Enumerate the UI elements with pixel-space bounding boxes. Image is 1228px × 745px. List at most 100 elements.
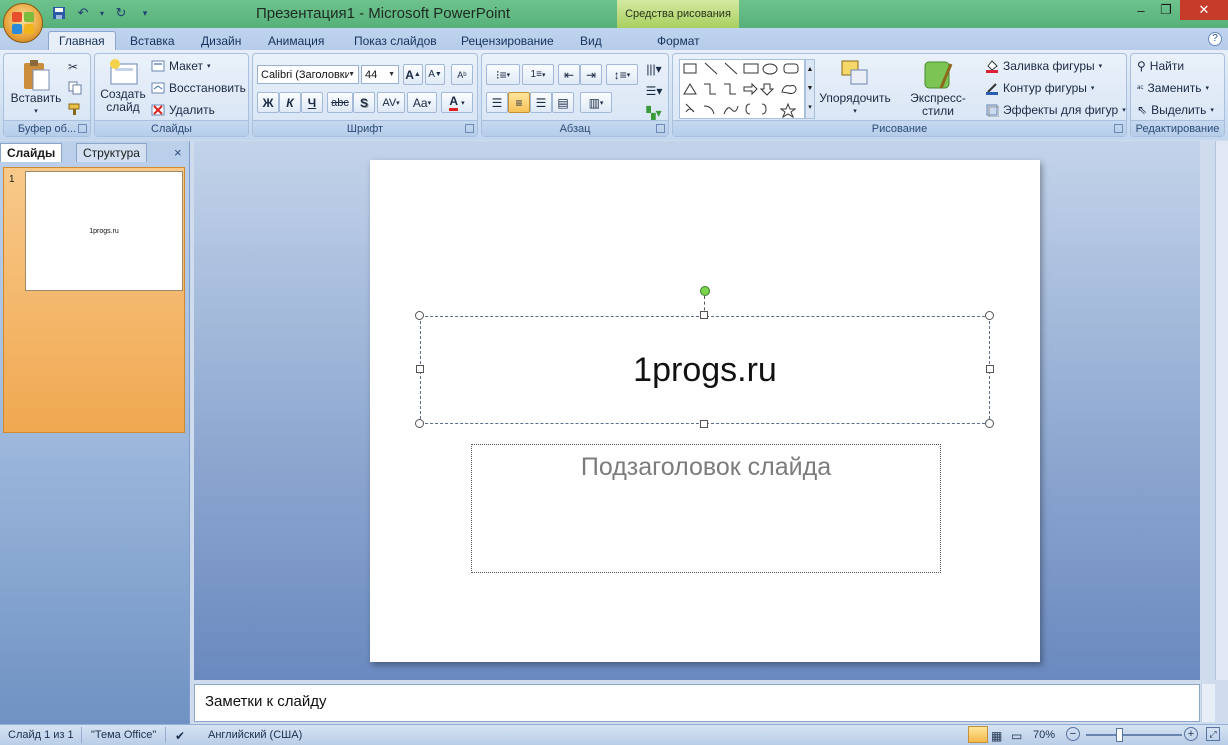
notes-pane[interactable]: Заметки к слайду [194,684,1200,722]
clipboard-launcher-icon[interactable] [78,124,87,133]
shadow-button[interactable]: S [353,92,375,113]
zoom-slider-thumb[interactable] [1116,728,1124,742]
paragraph-launcher-icon[interactable] [656,124,665,133]
align-right-button[interactable]: ☰ [530,92,552,113]
shrink-font-button[interactable]: A ▼ [425,64,445,85]
resize-handle-b[interactable] [700,420,708,428]
spellcheck-icon[interactable]: ✔ [175,729,185,743]
char-spacing-label: AV [382,96,397,109]
slide-thumbnail-row[interactable]: 1 1progs.ru [3,167,185,433]
maximize-button[interactable]: ❐ [1154,0,1178,20]
notes-scrollbar[interactable] [1201,684,1215,722]
slide-thumbnail[interactable]: 1progs.ru [25,171,183,291]
italic-button[interactable]: К [279,92,301,113]
grow-font-button[interactable]: A ▲ [403,64,423,85]
replace-button[interactable]: ᵃᶜ Заменить ▾ [1137,81,1209,95]
reset-label: Восстановить [169,81,246,95]
resize-handle-br[interactable] [985,419,994,428]
zoom-out-icon[interactable]: − [1066,727,1080,741]
subtitle-placeholder[interactable]: Подзаголовок слайда [471,444,941,573]
tab-slideshow[interactable]: Показ слайдов [354,31,437,50]
tab-insert[interactable]: Вставка [130,31,175,50]
save-icon[interactable] [50,4,68,22]
tab-slides[interactable]: Слайды [0,143,63,162]
numbering-icon: 1≡ [530,69,542,80]
tab-format[interactable]: Формат [657,31,700,50]
zoom-in-icon[interactable]: + [1184,727,1198,741]
shape-outline-button[interactable]: Контур фигуры ▾ [985,81,1094,95]
close-button[interactable]: ✕ [1180,0,1228,20]
resize-handle-r[interactable] [986,365,994,373]
fit-window-icon[interactable]: ⤢ [1206,727,1220,741]
bullets-button[interactable]: ⁝≡ ▾ [486,64,520,85]
arrange-button[interactable]: Упорядочить ▾ [819,58,891,118]
vertical-scrollbar[interactable] [1215,141,1228,680]
customize-qat-icon[interactable]: ▾ [136,4,154,22]
text-direction-button[interactable]: |||▾ [642,58,666,79]
justify-button[interactable]: ▤ [552,92,574,113]
undo-dropdown-icon[interactable]: ▾ [98,4,106,22]
cut-icon[interactable]: ✂ [68,60,78,74]
copy-icon[interactable] [68,81,82,95]
zoom-level[interactable]: 70% [1033,729,1055,741]
rotate-handle[interactable] [700,286,710,296]
office-button[interactable] [3,3,43,43]
char-spacing-button[interactable]: AV ▾ [377,92,405,113]
numbering-button[interactable]: 1≡ ▾ [522,64,554,85]
shape-effects-button[interactable]: Эффекты для фигур ▾ [985,103,1126,117]
minimize-button[interactable]: – [1128,0,1154,20]
tab-outline[interactable]: Структура [76,143,147,162]
font-size-combo[interactable]: 44 ▼ [361,65,399,84]
decrease-indent-button[interactable]: ⇤ [558,64,580,85]
shapes-gallery[interactable] [679,59,805,119]
slide-sorter-icon[interactable]: ▦ [991,729,1002,743]
new-slide-button[interactable]: Создать слайд [99,58,147,114]
find-button[interactable]: ⚲ Найти [1137,59,1184,73]
clear-format-button[interactable]: Aᵇ [451,64,473,85]
format-painter-icon[interactable] [68,102,82,116]
tab-view[interactable]: Вид [580,31,602,50]
tab-home[interactable]: Главная [48,31,116,50]
tab-design[interactable]: Дизайн [201,31,241,50]
resize-handle-t[interactable] [700,311,708,319]
columns-button[interactable]: ▥ ▾ [580,92,612,113]
strikethrough-button[interactable]: abc [327,92,353,113]
help-icon[interactable]: ? [1208,32,1222,46]
title-placeholder[interactable]: 1progs.ru [420,316,990,424]
resize-handle-tl[interactable] [415,311,424,320]
normal-view-icon[interactable] [968,726,988,743]
tab-animation[interactable]: Анимация [268,31,324,50]
delete-slide-button[interactable]: Удалить [151,103,215,117]
align-center-button[interactable]: ≡ [508,92,530,113]
line-spacing-button[interactable]: ↕≡ ▾ [606,64,638,85]
bold-button[interactable]: Ж [257,92,279,113]
align-left-button[interactable]: ☰ [486,92,508,113]
select-label: Выделить [1151,103,1207,117]
font-name-combo[interactable]: Calibri (Заголовки) ▼ [257,65,359,84]
pane-close-icon[interactable]: × [168,143,188,162]
layout-button[interactable]: Макет ▾ [151,59,210,73]
paste-button[interactable]: Вставить ▾ [10,58,62,118]
align-center-icon: ≡ [515,95,523,110]
reset-button[interactable]: Восстановить [151,81,246,95]
redo-icon[interactable]: ↻ [112,4,130,22]
font-color-button[interactable]: A ▾ [441,92,473,113]
underline-button[interactable]: Ч [301,92,323,113]
slideshow-icon[interactable]: ▭ [1011,729,1022,743]
shapes-scroll[interactable]: ▲ ▼ ▾ [805,59,815,119]
change-case-button[interactable]: Aa ▾ [407,92,437,113]
tab-review[interactable]: Рецензирование [461,31,554,50]
drawing-launcher-icon[interactable] [1114,124,1123,133]
increase-indent-button[interactable]: ⇥ [580,64,602,85]
resize-handle-bl[interactable] [415,419,424,428]
zoom-slider[interactable] [1086,728,1182,742]
language[interactable]: Английский (США) [208,729,302,741]
theme-name[interactable]: "Тема Office" [91,729,156,741]
shape-fill-button[interactable]: Заливка фигуры ▾ [985,59,1102,73]
resize-handle-tr[interactable] [985,311,994,320]
undo-icon[interactable]: ↶ [74,4,92,22]
resize-handle-l[interactable] [416,365,424,373]
align-text-button[interactable]: ☰▾ [642,80,666,101]
select-button[interactable]: ⇖ Выделить ▾ [1137,103,1214,117]
font-launcher-icon[interactable] [465,124,474,133]
